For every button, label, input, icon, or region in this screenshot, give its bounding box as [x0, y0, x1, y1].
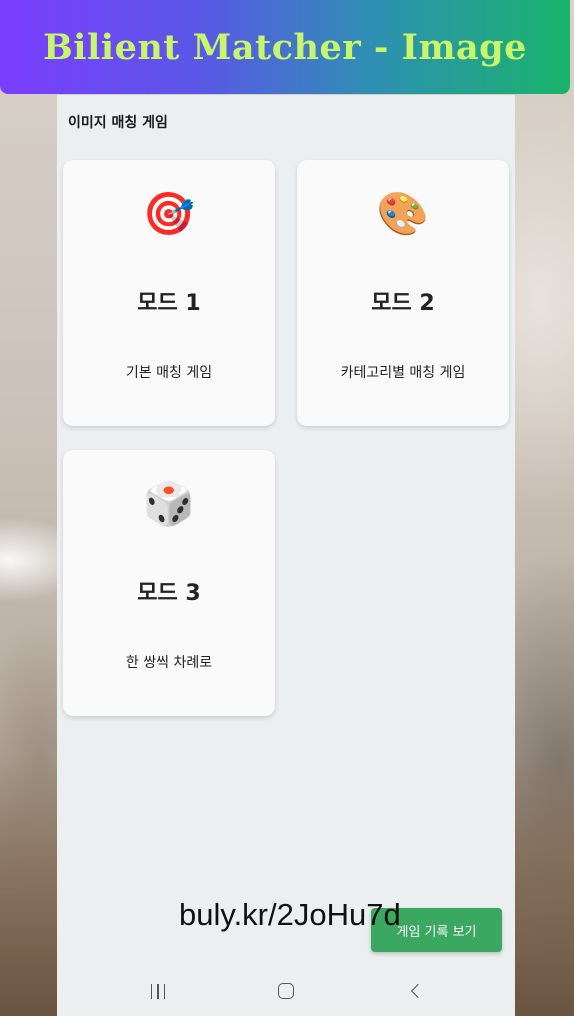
mode-3-title: 모드 3	[137, 581, 201, 606]
back-chevron-icon	[410, 983, 426, 999]
mode-2-description: 카테고리별 매칭 게임	[340, 365, 466, 381]
mode-3-description: 한 쌍씩 차례로	[125, 655, 213, 671]
page-title: 이미지 매칭 게임	[68, 115, 168, 131]
phone-screen: 이미지 매칭 게임 🎯 모드 1 기본 매칭 게임 🎨 모드 2 카테고리별 매…	[57, 95, 515, 1016]
back-button[interactable]	[386, 966, 446, 1016]
mode-1-card[interactable]: 🎯 모드 1 기본 매칭 게임	[63, 160, 275, 426]
home-button[interactable]	[256, 966, 316, 1016]
dice-icon: 🎲	[142, 479, 196, 528]
recent-apps-button[interactable]	[128, 966, 188, 1016]
recent-apps-icon	[150, 983, 166, 999]
palette-icon: 🎨	[376, 189, 430, 238]
title-banner: Bilient Matcher - Image	[0, 0, 570, 94]
mode-2-title: 모드 2	[371, 291, 435, 316]
android-nav-bar	[57, 966, 515, 1016]
mode-1-description: 기본 매칭 게임	[125, 365, 213, 381]
mode-2-card[interactable]: 🎨 모드 2 카테고리별 매칭 게임	[297, 160, 509, 426]
mode-3-card[interactable]: 🎲 모드 3 한 쌍씩 차례로	[63, 450, 275, 716]
home-icon	[278, 983, 294, 999]
mode-1-title: 모드 1	[137, 291, 201, 316]
watermark-url: buly.kr/2JoHu7d	[179, 897, 401, 932]
banner-title: Bilient Matcher - Image	[43, 26, 527, 68]
target-icon: 🎯	[142, 189, 196, 238]
